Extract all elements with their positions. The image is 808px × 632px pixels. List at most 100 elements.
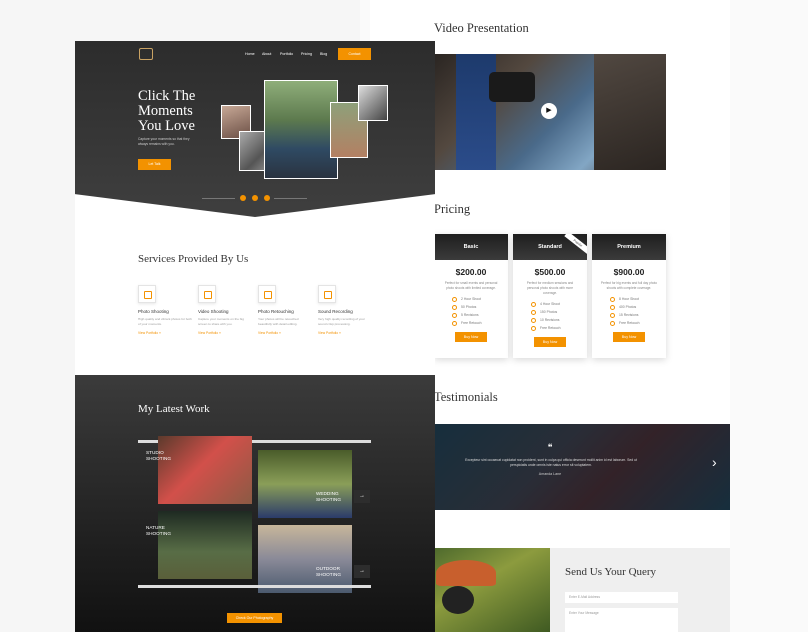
feature-item: Free Retouch — [452, 319, 508, 327]
feature-item: Free Retouch — [531, 324, 587, 332]
video-camera-icon — [198, 285, 216, 303]
feature-item: 15 Revisions — [610, 311, 666, 319]
divider-line — [202, 198, 235, 199]
service-title: Photo Retouching — [258, 309, 294, 314]
check-icon — [610, 296, 615, 302]
plan-description: Perfect for small events and personal ph… — [444, 281, 498, 290]
view-portfolio-link[interactable]: View Portfolio » — [138, 331, 193, 335]
feature-item: Free Retouch — [610, 319, 666, 327]
check-icon — [531, 309, 536, 315]
gallery-bottom-bar — [138, 585, 371, 588]
nav-home[interactable]: Home — [245, 52, 255, 56]
services-heading: Services Provided By Us — [138, 253, 249, 265]
buy-now-button[interactable]: Buy Now — [613, 332, 645, 342]
plan-features: 8 Hour Shoot 400 Photos 15 Revisions Fre… — [610, 295, 666, 327]
microphone-icon — [318, 285, 336, 303]
plan-price: $900.00 — [613, 267, 645, 277]
image-icon — [258, 285, 276, 303]
service-desc: Your photos will be retouched beautifull… — [258, 317, 299, 326]
buy-now-button[interactable]: Buy Now — [534, 337, 566, 347]
query-heading: Send Us Your Query — [565, 566, 657, 578]
service-title: Video Shooting — [198, 309, 229, 314]
chevron-right-icon[interactable]: › — [712, 454, 717, 470]
feature-item: 2 Hour Shoot — [452, 295, 508, 303]
facebook-icon[interactable] — [240, 195, 246, 201]
feature-item: 400 Photos — [610, 303, 666, 311]
check-icon — [452, 296, 457, 302]
service-title: Sound Recording — [318, 309, 353, 314]
video-player[interactable]: ▶ — [434, 54, 666, 170]
nav-portfolio[interactable]: Portfolio — [280, 52, 293, 56]
check-icon — [452, 312, 457, 318]
video-heading: Video Presentation — [434, 21, 529, 35]
feature-item: 8 Hour Shoot — [610, 295, 666, 303]
testimonials-heading: Testimonials — [434, 390, 498, 404]
work-photo-nature[interactable] — [158, 511, 252, 579]
service-desc: Very high quality recording of your soun… — [318, 317, 365, 326]
service-photo-retouching: Photo Retouching Your photos will be ret… — [258, 285, 313, 335]
tripod-icon — [138, 285, 156, 303]
photo-hat — [436, 560, 496, 586]
left-page: Home About Portfolio Pricing Blog Contac… — [75, 41, 435, 632]
check-photography-button[interactable]: Check Our Photography — [227, 613, 282, 623]
feature-item: 50 Photos — [452, 303, 508, 311]
plan-name: Basic — [434, 234, 508, 260]
plan-name: Premium — [592, 234, 666, 260]
check-icon — [531, 325, 536, 331]
arrow-right-icon[interactable]: → — [354, 565, 370, 578]
hero-subtitle: Capture your moments so that they always… — [138, 137, 190, 146]
check-icon — [610, 312, 615, 318]
plan-description: Perfect for medium sessions and personal… — [526, 281, 574, 295]
quote-icon: ❝ — [547, 442, 553, 452]
check-icon — [531, 317, 536, 323]
work-label-outdoor: Outdoor Shooting — [316, 566, 342, 577]
play-icon[interactable]: ▶ — [541, 103, 557, 119]
feature-item: 10 Revisions — [531, 316, 587, 324]
pricing-card-basic: Basic $200.00 Perfect for small events a… — [434, 234, 508, 358]
nav-pricing[interactable]: Pricing — [301, 52, 312, 56]
twitter-icon[interactable] — [252, 195, 258, 201]
divider-line — [274, 198, 307, 199]
nav-blog[interactable]: Blog — [320, 52, 327, 56]
work-photo-studio[interactable] — [158, 436, 252, 504]
feature-item: 5 Revisions — [452, 311, 508, 319]
buy-now-button[interactable]: Buy Now — [455, 332, 487, 342]
video-thumbnail-rock — [594, 54, 666, 170]
check-icon — [452, 304, 457, 310]
pricing-card-standard: Standard Popular $500.00 Perfect for med… — [513, 234, 587, 358]
arrow-right-icon[interactable]: → — [354, 490, 370, 503]
query-form: Send Us Your Query Enter E-Mail Address … — [550, 548, 730, 632]
plan-features: 4 Hour Shoot 150 Photos 10 Revisions Fre… — [531, 300, 587, 332]
view-portfolio-link[interactable]: View Portfolio » — [318, 331, 373, 335]
collage-photo — [358, 85, 388, 121]
video-thumbnail-camera — [489, 72, 535, 102]
work-photo-wedding[interactable] — [258, 450, 352, 518]
instagram-icon[interactable] — [264, 195, 270, 201]
hero-cta-button[interactable]: Let Talk — [138, 159, 171, 170]
feature-item: 150 Photos — [531, 308, 587, 316]
plan-features: 2 Hour Shoot 50 Photos 5 Revisions Free … — [452, 295, 508, 327]
feature-item: 4 Hour Shoot — [531, 300, 587, 308]
camera-logo-icon[interactable] — [139, 48, 153, 60]
view-portfolio-link[interactable]: View Portfolio » — [258, 331, 313, 335]
pricing-card-premium: Premium $900.00 Perfect for big events a… — [592, 234, 666, 358]
check-icon — [610, 320, 615, 326]
testimonial-author: Amanda Lane — [538, 472, 562, 476]
plan-price: $500.00 — [534, 267, 566, 277]
nav-about[interactable]: About — [262, 52, 271, 56]
testimonial-slider: ❝ Excepteur sint occaecat cupidatat non … — [434, 424, 730, 510]
message-field[interactable]: Enter Your Message — [565, 608, 678, 632]
plan-description: Perfect for big events and full day phot… — [600, 281, 658, 290]
plan-price: $200.00 — [455, 267, 487, 277]
contact-photo — [434, 548, 550, 632]
email-field[interactable]: Enter E-Mail Address — [565, 592, 678, 603]
testimonial-text: Excepteur sint occaecat cupidatat non pr… — [465, 458, 637, 467]
contact-button[interactable]: Contact — [338, 48, 371, 60]
service-photo-shooting: Photo Shooting High quality and vibrant … — [138, 285, 193, 335]
work-photo-outdoor[interactable] — [258, 525, 352, 593]
view-portfolio-link[interactable]: View Portfolio » — [198, 331, 253, 335]
work-label-studio: Studio Shooting — [146, 450, 172, 461]
collage-photo-main — [264, 80, 338, 179]
latest-work-section: My Latest Work Studio Shooting Wedding S… — [75, 375, 435, 632]
video-thumbnail-arm — [456, 54, 496, 170]
